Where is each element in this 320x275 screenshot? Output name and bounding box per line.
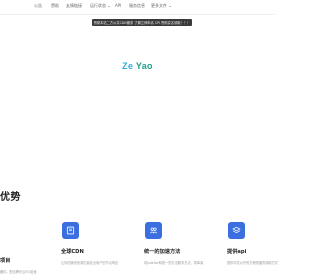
nav-item-label: 运行状态: [90, 3, 106, 8]
feature-desc: 提供丰富公开的方便快捷的调用方式: [227, 261, 278, 265]
feature-card: 全球CDN 让你的静态资源在最靠近用户的节点响应: [61, 222, 121, 265]
nav-item-service-info[interactable]: 服务信息: [129, 3, 145, 9]
nav-item-announcement[interactable]: 公告: [34, 3, 42, 9]
feature-title: 项目: [0, 258, 11, 264]
brand-part-yao: Yao: [135, 61, 153, 71]
feature-title: 全球CDN: [61, 249, 84, 255]
chevron-down-icon: [169, 5, 171, 7]
feature-card: 项目 缓存，配合腾讯云EO加速: [0, 222, 60, 274]
nav-item-api[interactable]: API: [115, 3, 121, 8]
banner-text: 赞助本站二方公共CDN服务 了解立即申请 CPI 赞助实名领取！！！: [93, 21, 191, 25]
chevron-down-icon: [108, 5, 110, 7]
sponsor-banner[interactable]: 赞助本站二方公共CDN服务 了解立即申请 CPI 赞助实名领取！！！: [92, 19, 192, 26]
nav-item-run-status[interactable]: 运行状态: [90, 3, 110, 9]
feature-title: 提供api: [227, 249, 247, 255]
nav-item-label: 公告: [34, 3, 42, 8]
nav-item-label: 赞助: [51, 3, 59, 8]
feature-desc: 缓存，配合腾讯云EO加速: [0, 270, 37, 274]
nav-item-label: 服务信息: [129, 3, 145, 8]
layers-icon: [228, 222, 245, 239]
users-icon: [145, 222, 162, 239]
feature-card: 统一的加速方法 将jsdelivr和统一的方法服务方法，简单易: [144, 222, 204, 265]
feature-card: 提供api 提供丰富公开的方便快捷的调用方式: [227, 222, 287, 265]
nav-item-more-files[interactable]: 更多文件: [151, 3, 171, 9]
book-icon: [62, 222, 79, 239]
nav-item-label: API: [115, 3, 122, 8]
nav-item-label: 友情链接: [66, 3, 82, 8]
top-nav: 公告 赞助 友情链接 运行状态 API 服务信息 更多文件: [0, 0, 275, 15]
feature-desc: 让你的静态资源在最靠近用户的节点响应: [61, 261, 119, 265]
brand-part-ze: Ze: [122, 61, 134, 71]
nav-item-label: 更多文件: [151, 3, 167, 8]
feature-desc: 将jsdelivr和统一的方法服务方法，简单易: [144, 261, 204, 265]
nav-item-friend-links[interactable]: 友情链接: [66, 3, 82, 9]
section-title: 优势: [0, 192, 21, 203]
brand-logo: Ze Yao: [0, 61, 275, 71]
feature-title: 统一的加速方法: [144, 249, 181, 255]
nav-item-sponsor[interactable]: 赞助: [51, 3, 59, 9]
